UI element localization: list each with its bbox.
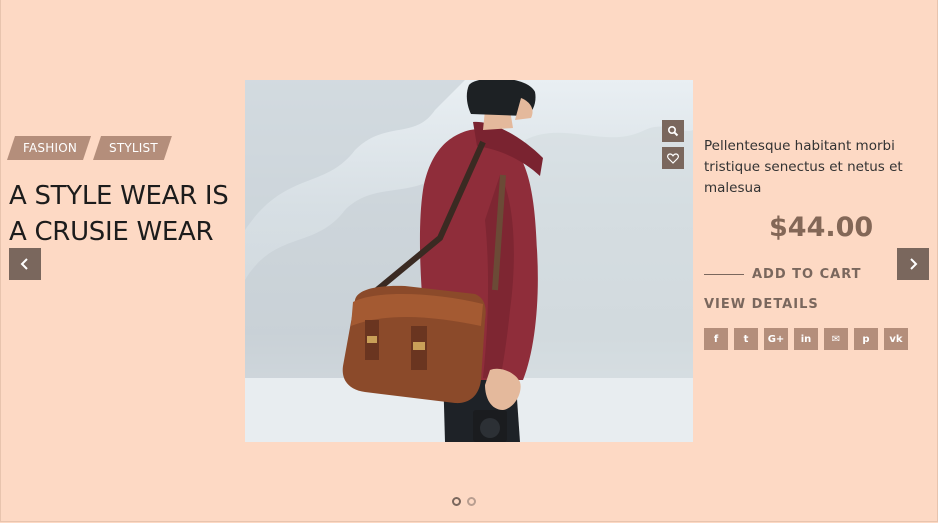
wishlist-button[interactable] <box>662 147 684 169</box>
tag-list: FASHION STYLIST <box>7 136 174 160</box>
facebook-icon[interactable]: f <box>704 328 728 350</box>
add-to-cart-button[interactable]: ADD TO CART <box>704 267 862 282</box>
social-share-list: f t G+ in ✉ p vk <box>704 328 914 350</box>
product-image <box>245 80 693 442</box>
chevron-left-icon <box>20 258 28 270</box>
vk-icon[interactable]: vk <box>884 328 908 350</box>
twitter-icon[interactable]: t <box>734 328 758 350</box>
product-price: $44.00 <box>769 212 874 243</box>
chevron-right-icon <box>910 258 918 270</box>
pinterest-icon[interactable]: p <box>854 328 878 350</box>
next-slide-button[interactable] <box>897 248 929 280</box>
tag-stylist[interactable]: STYLIST <box>93 136 172 160</box>
headline-line-2: A CRUSIE WEAR <box>9 217 214 247</box>
slide-headline: A STYLE WEAR IS A CRUSIE WEAR <box>9 178 239 250</box>
heart-icon <box>667 152 679 164</box>
prev-slide-button[interactable] <box>9 248 41 280</box>
slider-pagination <box>452 497 482 506</box>
product-description: Pellentesque habitant morbi tristique se… <box>704 138 903 196</box>
add-to-cart-label: ADD TO CART <box>752 267 862 282</box>
search-icon <box>667 125 679 137</box>
product-photo-illustration <box>245 80 693 442</box>
pagination-dot-1-active[interactable] <box>452 497 461 506</box>
tag-fashion[interactable]: FASHION <box>7 136 91 160</box>
quick-view-button[interactable] <box>662 120 684 142</box>
linkedin-icon[interactable]: in <box>794 328 818 350</box>
view-details-link[interactable]: VIEW DETAILS <box>704 297 819 312</box>
headline-line-1: A STYLE WEAR IS <box>9 181 229 211</box>
google-plus-icon[interactable]: G+ <box>764 328 788 350</box>
mail-icon[interactable]: ✉ <box>824 328 848 350</box>
divider-line <box>704 274 744 275</box>
pagination-dot-2[interactable] <box>467 497 476 506</box>
